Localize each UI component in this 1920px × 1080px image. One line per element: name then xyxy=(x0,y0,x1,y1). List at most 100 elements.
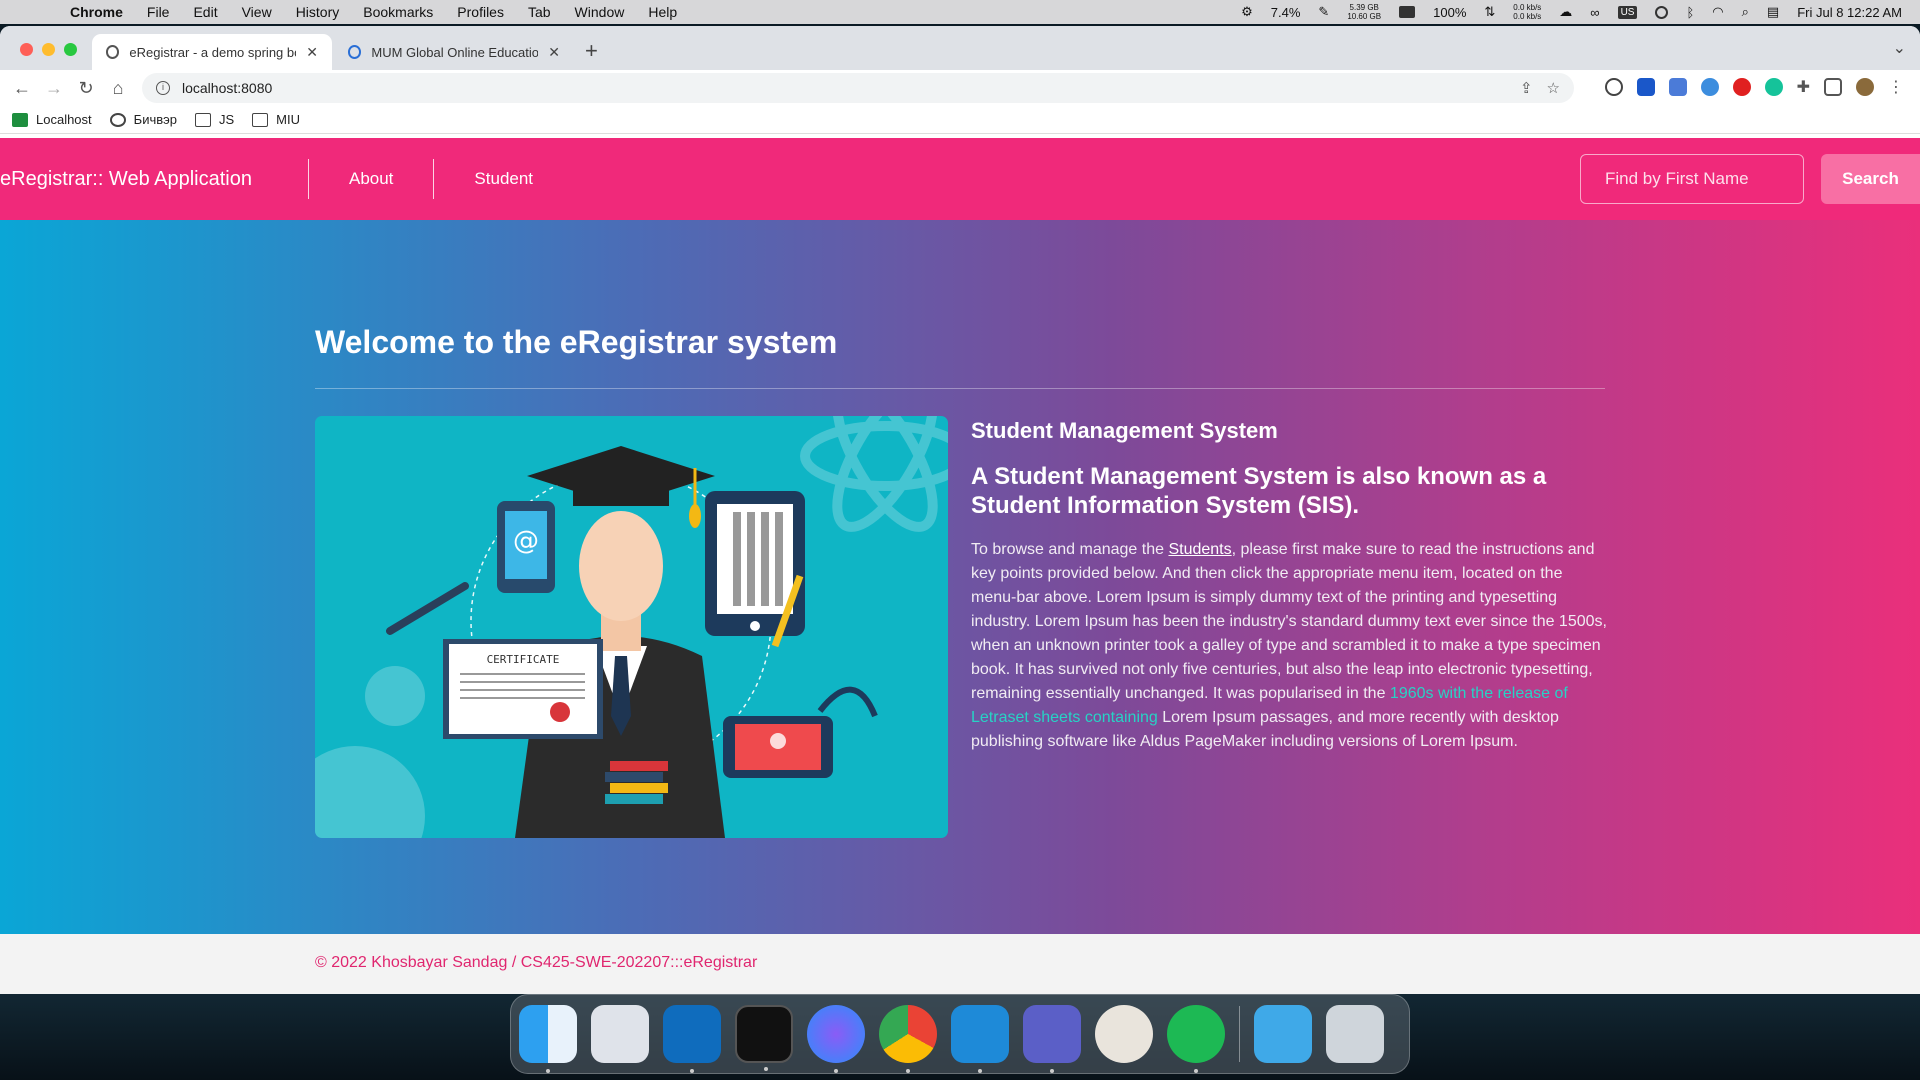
cloud-icon[interactable]: ☁ xyxy=(1559,4,1572,20)
bookmark-label: Бичвэр xyxy=(133,112,177,127)
graduate-illustration-svg: @ CERTIFICATE xyxy=(315,416,948,838)
side-panel-icon[interactable] xyxy=(1824,78,1842,96)
menu-file[interactable]: File xyxy=(147,4,170,20)
bookmark-localhost[interactable]: Localhost xyxy=(12,112,92,127)
opera-icon[interactable] xyxy=(1732,78,1751,96)
menu-app-chrome[interactable]: Chrome xyxy=(70,4,123,20)
url-text[interactable]: localhost:8080 xyxy=(182,80,272,96)
site-info-icon[interactable]: i xyxy=(156,81,170,95)
menu-history[interactable]: History xyxy=(296,4,340,20)
hero-section: Welcome to the eRegistrar system @ CERTI… xyxy=(0,220,1920,934)
bookmark-label: JS xyxy=(219,112,235,127)
svg-text:@: @ xyxy=(513,526,539,556)
bookmark-bichver[interactable]: Бичвэр xyxy=(109,112,177,127)
network-readout: 0.0 kb/s 0.0 kb/s xyxy=(1513,3,1542,21)
tab-mum-global[interactable]: MUM Global Online Education ✕ xyxy=(334,34,574,70)
reload-icon[interactable]: ↻ xyxy=(70,78,102,99)
close-window-button[interactable] xyxy=(20,43,33,56)
nav-link-student[interactable]: Student xyxy=(434,159,573,199)
menu-profiles[interactable]: Profiles xyxy=(457,4,504,20)
squirrel-app-icon[interactable] xyxy=(1095,1005,1153,1063)
teams-icon[interactable] xyxy=(1023,1005,1081,1073)
web-page: eRegistrar:: Web Application About Stude… xyxy=(0,138,1920,994)
copyright-text: © 2022 Khosbayar Sandag / CS425-SWE-2022… xyxy=(315,954,758,971)
vscode-icon[interactable] xyxy=(951,1005,1009,1073)
close-tab-icon[interactable]: ✕ xyxy=(548,44,560,61)
memory-icon[interactable]: ✎ xyxy=(1318,4,1329,20)
maximize-window-button[interactable] xyxy=(64,43,77,56)
memory-readout: 5.39 GB 10.60 GB xyxy=(1347,3,1382,21)
minimize-window-button[interactable] xyxy=(42,43,55,56)
page-title: Welcome to the eRegistrar system xyxy=(315,324,838,360)
macos-dock xyxy=(510,994,1410,1074)
chrome-icon[interactable] xyxy=(879,1005,937,1073)
play-icon[interactable] xyxy=(1655,5,1669,19)
messenger-icon[interactable] xyxy=(807,1005,865,1073)
intro-content: Student Management System A Student Mana… xyxy=(971,418,1607,754)
extension-icon[interactable] xyxy=(1636,78,1655,96)
menu-edit[interactable]: Edit xyxy=(193,4,217,20)
students-link[interactable]: Students xyxy=(1168,541,1231,558)
gear-icon xyxy=(315,666,425,838)
translate-icon[interactable] xyxy=(1668,78,1687,96)
launchpad-icon[interactable] xyxy=(591,1005,649,1063)
site-footer: © 2022 Khosbayar Sandag / CS425-SWE-2022… xyxy=(0,934,1920,994)
new-tab-button[interactable]: + xyxy=(585,38,598,64)
close-tab-icon[interactable]: ✕ xyxy=(306,44,318,61)
battery-percent: 100% xyxy=(1433,4,1467,20)
downloads-folder-icon[interactable] xyxy=(1254,1005,1312,1063)
home-icon[interactable]: ⌂ xyxy=(102,78,134,99)
battery-icon[interactable] xyxy=(1399,6,1416,18)
outlook-icon[interactable] xyxy=(663,1005,721,1073)
tab-search-icon[interactable]: ⌄ xyxy=(1893,38,1906,58)
clock[interactable]: Fri Jul 8 12:22 AM xyxy=(1797,5,1902,20)
search-input[interactable] xyxy=(1580,154,1804,204)
section-heading: A Student Management System is also know… xyxy=(971,463,1547,519)
site-brand[interactable]: eRegistrar:: Web Application xyxy=(0,159,309,199)
terminal-icon[interactable] xyxy=(735,1005,793,1071)
dock-separator xyxy=(1239,1006,1240,1062)
network-arrows-icon: ⇅ xyxy=(1484,4,1496,19)
extension-icon[interactable] xyxy=(1700,78,1719,96)
mum-logo-icon xyxy=(348,45,362,59)
avatar[interactable] xyxy=(1856,78,1874,96)
globe-icon xyxy=(106,45,120,59)
menu-view[interactable]: View xyxy=(242,4,272,20)
grammarly-icon[interactable] xyxy=(1764,78,1783,96)
puzzle-icon[interactable]: ✚ xyxy=(1797,77,1810,97)
menu-window[interactable]: Window xyxy=(575,4,625,20)
bluetooth-icon[interactable]: ᛒ xyxy=(1686,5,1694,20)
menu-bookmarks[interactable]: Bookmarks xyxy=(363,4,433,20)
glasses-icon[interactable]: ∞ xyxy=(1590,5,1599,20)
address-bar[interactable]: i localhost:8080 ⇪ ☆ xyxy=(142,73,1574,103)
wifi-icon[interactable]: ◠ xyxy=(1712,4,1723,20)
spotify-icon[interactable] xyxy=(1167,1005,1225,1073)
tab-eregistrar[interactable]: eRegistrar - a demo spring boot ✕ xyxy=(92,34,332,70)
bookmark-star-icon[interactable]: ☆ xyxy=(1547,79,1560,97)
finder-icon[interactable] xyxy=(519,1005,577,1073)
bookmark-label: MIU xyxy=(276,112,301,127)
menu-kebab-icon[interactable]: ⋮ xyxy=(1888,77,1904,97)
search-icon[interactable]: ⌕ xyxy=(1742,4,1749,20)
extension-icon[interactable] xyxy=(1604,78,1623,96)
bookmarks-bar: Localhost Бичвэр JS MIU xyxy=(0,106,1920,134)
browser-window: eRegistrar - a demo spring boot ✕ MUM Gl… xyxy=(0,26,1920,994)
browser-toolbar: ← → ↻ ⌂ i localhost:8080 ⇪ ☆ ✚ ⋮ xyxy=(0,70,1920,106)
search-button[interactable]: Search xyxy=(1821,154,1920,204)
share-icon[interactable]: ⇪ xyxy=(1520,79,1533,97)
menu-help[interactable]: Help xyxy=(648,4,677,20)
trash-icon[interactable] xyxy=(1326,1005,1384,1063)
control-center-icon[interactable]: ▤ xyxy=(1767,4,1779,20)
tab-title: MUM Global Online Education xyxy=(371,44,539,60)
back-icon[interactable]: ← xyxy=(6,78,38,99)
menu-tab[interactable]: Tab xyxy=(528,4,551,20)
atom-icon xyxy=(800,416,948,532)
site-navbar: eRegistrar:: Web Application About Stude… xyxy=(0,138,1920,220)
bookmark-folder-js[interactable]: JS xyxy=(195,112,234,127)
window-controls xyxy=(20,43,77,56)
keyboard-layout[interactable]: US xyxy=(1617,5,1638,19)
nav-link-about[interactable]: About xyxy=(309,159,435,199)
forward-icon[interactable]: → xyxy=(38,78,70,99)
bookmark-folder-miu[interactable]: MIU xyxy=(252,112,300,127)
gear-icon[interactable]: ⚙ xyxy=(1241,4,1253,20)
